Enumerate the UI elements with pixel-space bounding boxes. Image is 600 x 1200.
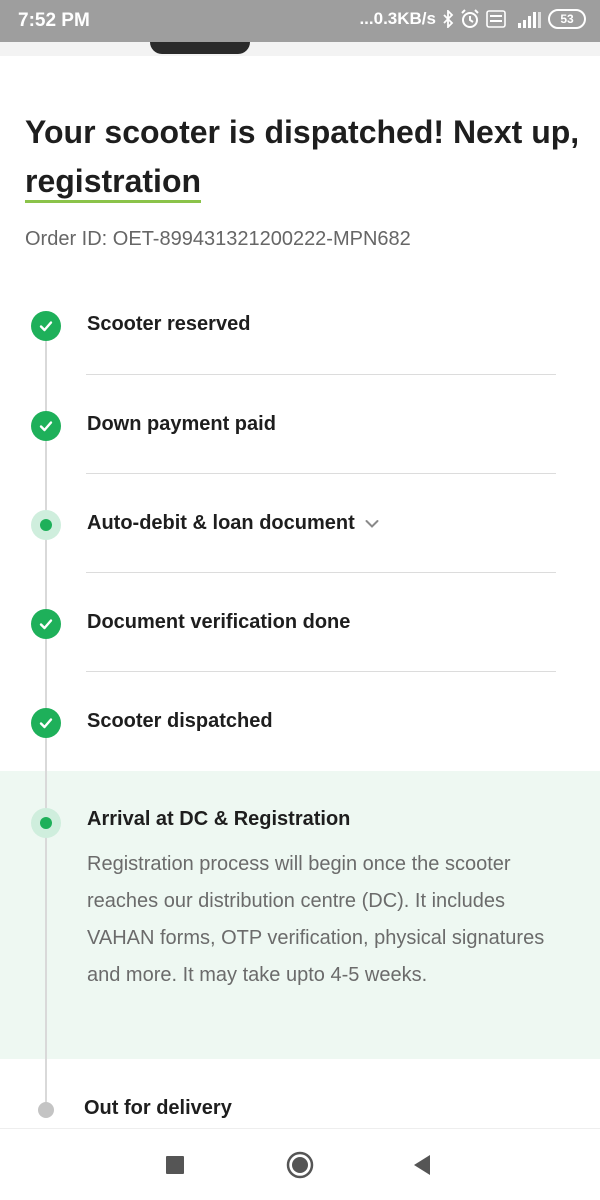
- step-description: Registration process will begin once the…: [87, 853, 545, 986]
- step-scooter-reserved: Scooter reserved: [87, 313, 251, 335]
- network-speed: ...0.3KB/s: [359, 9, 436, 28]
- bluetooth-icon: [442, 10, 454, 28]
- check-icon: [31, 609, 61, 639]
- step-divider: [86, 671, 556, 672]
- chevron-down-icon[interactable]: [365, 519, 379, 529]
- in-progress-dot-icon: [31, 808, 61, 838]
- step-divider: [86, 473, 556, 474]
- volte-icon: [486, 10, 506, 28]
- step-arrival-registration: Arrival at DC & Registration: [87, 808, 351, 830]
- pending-dot-icon: [38, 1102, 54, 1118]
- step-scooter-dispatched: Scooter dispatched: [87, 710, 273, 732]
- step-down-payment: Down payment paid: [87, 413, 276, 435]
- status-bar: 7:52 PM ...0.3KB/s 53: [0, 0, 600, 42]
- step-auto-debit-label: Auto-debit & loan document: [87, 512, 355, 534]
- check-icon: [31, 708, 61, 738]
- order-id: Order ID: OET-899431321200222-MPN682: [25, 228, 411, 250]
- header-image-peek: [0, 42, 600, 56]
- scooter-image-edge: [150, 42, 250, 54]
- battery-icon: 53: [548, 9, 586, 29]
- page-title: Your scooter is dispatched! Next up, reg…: [25, 108, 585, 206]
- battery-level: 53: [560, 12, 574, 26]
- alarm-icon: [460, 9, 480, 29]
- in-progress-dot-icon: [31, 510, 61, 540]
- home-circle-icon[interactable]: [282, 1147, 318, 1183]
- title-accent: registration: [25, 163, 202, 203]
- signal-4g-icon: [512, 10, 542, 28]
- step-divider: [86, 572, 556, 573]
- status-icons: ...0.3KB/s 53: [359, 9, 586, 29]
- step-auto-debit-toggle[interactable]: Auto-debit & loan document: [87, 512, 379, 535]
- check-icon: [31, 411, 61, 441]
- step-document-verification: Document verification done: [87, 611, 351, 633]
- step-out-for-delivery: Out for delivery: [84, 1097, 232, 1119]
- check-icon: [31, 311, 61, 341]
- title-main: Your scooter is dispatched! Next up,: [25, 114, 580, 150]
- system-nav-bar: [0, 1128, 600, 1200]
- status-time: 7:52 PM: [18, 10, 90, 31]
- recents-square-icon[interactable]: [157, 1147, 193, 1183]
- step-divider: [86, 374, 556, 375]
- back-triangle-icon[interactable]: [404, 1147, 440, 1183]
